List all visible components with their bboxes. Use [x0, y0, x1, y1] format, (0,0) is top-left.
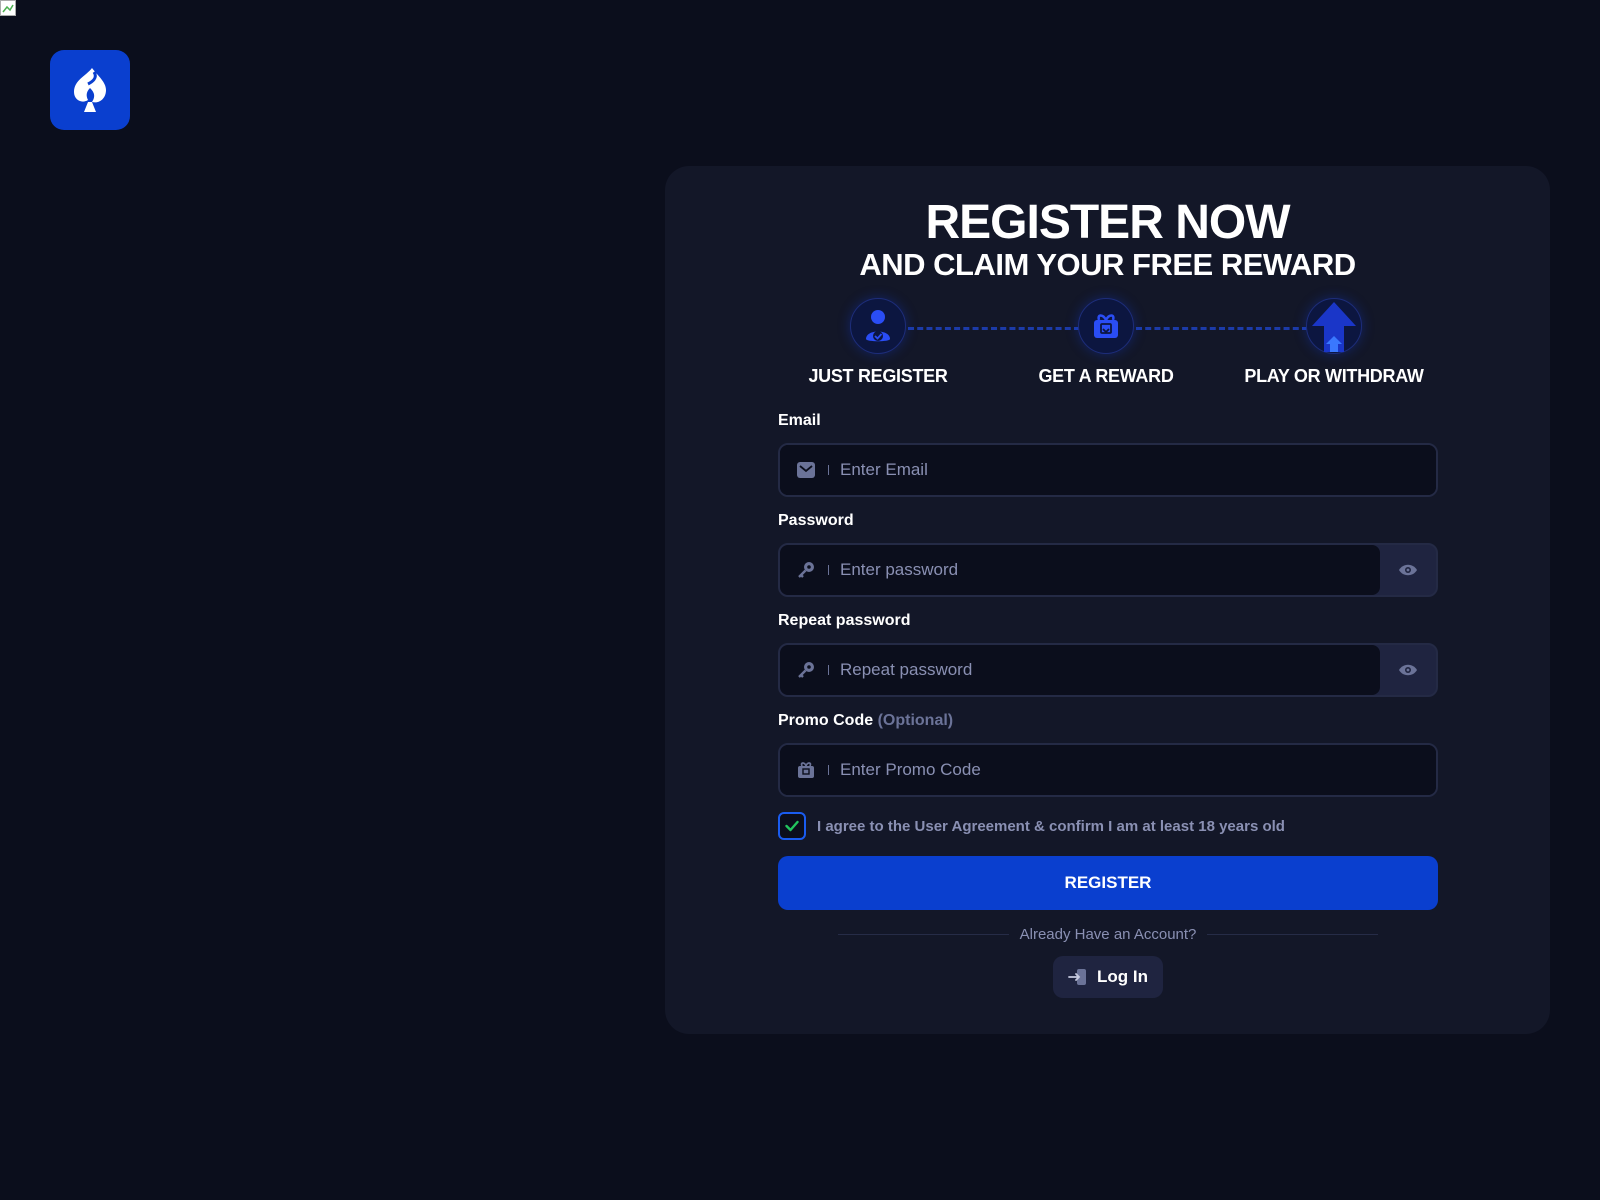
gift-icon: [796, 760, 816, 780]
key-icon: [796, 660, 816, 680]
broken-image-icon: [0, 0, 16, 16]
promo-code-input[interactable]: [840, 760, 1436, 780]
user-check-icon: [866, 310, 890, 342]
step-circle: [1078, 298, 1134, 354]
password-input[interactable]: [840, 560, 1380, 580]
gift-icon: [1094, 314, 1118, 338]
repeat-password-field-wrap: [778, 643, 1438, 697]
show-password-button[interactable]: [1380, 545, 1436, 595]
agreement-row: I agree to the User Agreement & confirm …: [778, 812, 1285, 840]
password-field-wrap: [778, 543, 1438, 597]
divider-line: [838, 933, 1009, 935]
step-get-reward: GET A REWARD: [1006, 298, 1206, 387]
checkmark-icon: [785, 820, 799, 832]
email-input[interactable]: [840, 460, 1436, 480]
agree-checkbox[interactable]: [778, 812, 806, 840]
page-title: REGISTER NOW: [925, 196, 1290, 249]
optional-tag: (Optional): [877, 712, 954, 729]
repeat-password-input[interactable]: [840, 660, 1380, 680]
page-subtitle: AND CLAIM YOUR FREE REWARD: [859, 247, 1356, 282]
logo[interactable]: [50, 50, 130, 130]
email-label: Email: [778, 412, 821, 429]
step-label: GET A REWARD: [1038, 366, 1174, 386]
promo-code-label-text: Promo Code: [778, 712, 874, 729]
divider-line: [1207, 933, 1378, 935]
step-label: PLAY OR WITHDRAW: [1244, 366, 1424, 386]
step-circle: [850, 298, 906, 354]
password-label: Password: [778, 512, 854, 529]
key-icon: [796, 560, 816, 580]
login-button[interactable]: Log In: [1053, 956, 1163, 998]
promo-code-label: Promo Code (Optional): [778, 712, 953, 730]
spade-logo-icon: [74, 68, 106, 112]
eye-icon: [1399, 664, 1417, 676]
login-divider: Already Have an Account?: [838, 924, 1378, 944]
show-repeat-password-button[interactable]: [1380, 645, 1436, 695]
repeat-password-label: Repeat password: [778, 612, 911, 629]
already-account-text: Already Have an Account?: [1019, 925, 1197, 943]
step-circle: [1306, 298, 1362, 354]
agreement-text[interactable]: I agree to the User Agreement & confirm …: [817, 818, 1285, 835]
register-card: REGISTER NOW AND CLAIM YOUR FREE REWARD …: [665, 166, 1550, 1034]
steps-progress: JUST REGISTER GET A REWARD PLAY OR WITHD…: [778, 298, 1438, 398]
mail-icon: [796, 460, 816, 480]
arrow-up-icon: [1312, 302, 1356, 352]
promo-code-field-wrap: [778, 743, 1438, 797]
register-button[interactable]: REGISTER: [778, 856, 1438, 910]
step-play-withdraw: PLAY OR WITHDRAW: [1234, 298, 1434, 387]
step-just-register: JUST REGISTER: [778, 298, 978, 387]
login-icon: [1068, 967, 1088, 987]
eye-icon: [1399, 564, 1417, 576]
step-label: JUST REGISTER: [808, 366, 948, 386]
login-button-label: Log In: [1097, 967, 1148, 986]
email-field-wrap: [778, 443, 1438, 497]
